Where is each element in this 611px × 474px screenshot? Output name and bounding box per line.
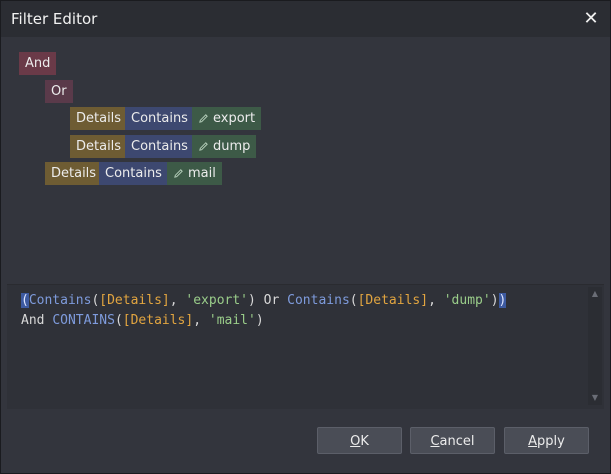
punct: ( bbox=[114, 313, 123, 328]
pencil-icon bbox=[199, 114, 208, 123]
expression-text[interactable]: (Contains([Details], 'export') Or Contai… bbox=[21, 291, 576, 331]
punct: ( bbox=[349, 293, 358, 308]
window-title: Filter Editor bbox=[11, 10, 98, 28]
expression-editor[interactable]: (Contains([Details], 'export') Or Contai… bbox=[7, 284, 604, 409]
fn-keyword: CONTAINS bbox=[52, 313, 115, 328]
title-bar: Filter Editor ✕ bbox=[1, 1, 610, 37]
string-literal: 'mail' bbox=[208, 313, 256, 328]
expression-scrollbar[interactable]: ▲ ▼ bbox=[588, 287, 602, 405]
string-literal: 'dump' bbox=[443, 293, 491, 308]
field-ref: [Details] bbox=[99, 293, 170, 308]
scroll-up-icon[interactable]: ▲ bbox=[590, 289, 600, 299]
ok-label-rest: K bbox=[360, 434, 369, 449]
punct: ) bbox=[248, 293, 264, 308]
cancel-label-rest: ancel bbox=[439, 434, 475, 449]
dialog-footer: OK Cancel Apply bbox=[1, 409, 610, 473]
condition-1-operator[interactable]: Contains bbox=[125, 107, 194, 130]
filter-tree: And Or Details Contains export Details C… bbox=[7, 38, 604, 283]
close-button[interactable]: ✕ bbox=[580, 7, 602, 29]
ok-accel: O bbox=[350, 434, 361, 449]
punct: ) bbox=[255, 313, 264, 328]
condition-3-field[interactable]: Details bbox=[45, 162, 103, 185]
condition-2-field[interactable]: Details bbox=[70, 135, 128, 158]
scroll-down-icon[interactable]: ▼ bbox=[590, 393, 600, 403]
ok-button[interactable]: OK bbox=[317, 427, 402, 454]
apply-label-rest: pply bbox=[537, 434, 565, 449]
punct: , bbox=[169, 293, 186, 308]
group-and-chip[interactable]: And bbox=[19, 52, 57, 75]
and-keyword: And bbox=[21, 313, 45, 328]
punct: ) bbox=[490, 293, 499, 308]
group-or-chip[interactable]: Or bbox=[45, 80, 73, 103]
field-ref: [Details] bbox=[357, 293, 429, 308]
or-keyword: Or bbox=[263, 293, 280, 308]
apply-button[interactable]: Apply bbox=[504, 427, 589, 454]
condition-2-value[interactable]: dump bbox=[192, 135, 257, 158]
fn-keyword: Contains bbox=[28, 293, 92, 308]
condition-3-operator[interactable]: Contains bbox=[99, 162, 168, 185]
cancel-button[interactable]: Cancel bbox=[410, 427, 495, 454]
close-icon: ✕ bbox=[583, 7, 599, 29]
fn-keyword: Contains bbox=[287, 293, 350, 308]
condition-1-value-text: export bbox=[213, 111, 256, 126]
condition-1-field[interactable]: Details bbox=[70, 107, 128, 130]
pencil-icon bbox=[174, 169, 183, 178]
filter-editor-window: Filter Editor ✕ And Or Details Contains … bbox=[0, 0, 611, 474]
field-ref: [Details] bbox=[122, 313, 194, 328]
string-literal: 'export' bbox=[185, 293, 249, 308]
selected-paren: ) bbox=[498, 293, 507, 308]
condition-3-value-text: mail bbox=[188, 166, 216, 181]
condition-2-value-text: dump bbox=[213, 139, 251, 154]
punct: , bbox=[193, 313, 209, 328]
punct: , bbox=[428, 293, 444, 308]
pencil-icon bbox=[199, 142, 208, 151]
punct bbox=[279, 293, 287, 308]
cancel-accel: C bbox=[430, 434, 440, 449]
condition-3-value[interactable]: mail bbox=[167, 162, 222, 185]
apply-accel: A bbox=[528, 434, 538, 449]
selected-paren: ( bbox=[21, 293, 29, 308]
condition-2-operator[interactable]: Contains bbox=[125, 135, 194, 158]
condition-1-value[interactable]: export bbox=[192, 107, 262, 130]
